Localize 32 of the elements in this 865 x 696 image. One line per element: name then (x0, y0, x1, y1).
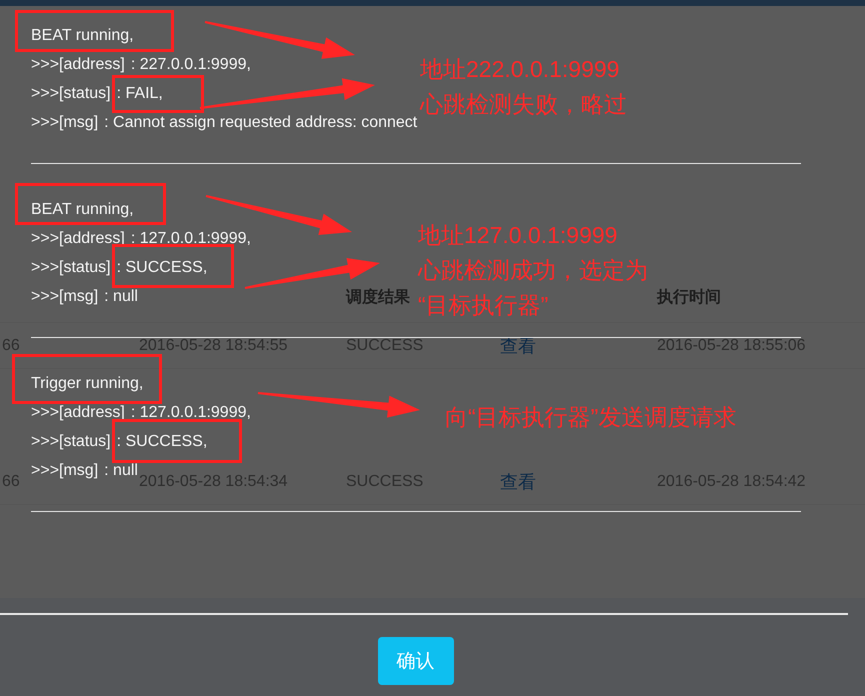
log-key: >>>[address] (31, 50, 125, 79)
view-log-link[interactable]: 查看 (500, 336, 536, 356)
annotation-text: “目标执行器” (418, 291, 548, 320)
log-value: : 127.0.0.1:9999, (130, 229, 251, 249)
log-value: : 227.0.0.1:9999, (130, 55, 251, 75)
log-key: >>>[status] (31, 427, 111, 456)
log-value: : null (104, 287, 138, 307)
log-value: : FAIL, (116, 84, 163, 104)
log-value: : Cannot assign requested address: connect (104, 113, 418, 133)
log-key: >>>[status] (31, 253, 111, 282)
log-key: >>>[msg] (31, 456, 98, 485)
log-key: BEAT running, (31, 21, 134, 50)
column-header: 执行时间 (657, 288, 721, 308)
annotation-text: 心跳检测成功，选定为 (418, 256, 648, 285)
log-value: : SUCCESS, (116, 432, 208, 452)
log-key: >>>[msg] (31, 282, 98, 311)
confirm-button[interactable]: 确认 (378, 637, 454, 685)
log-key: >>>[msg] (31, 108, 98, 137)
log-key: BEAT running, (31, 195, 134, 224)
log-value: : null (104, 461, 138, 481)
log-value: : SUCCESS, (116, 258, 208, 278)
annotation-text: 地址222.0.0.1:9999 (420, 55, 620, 84)
annotation-text: 向“目标执行器”发送调度请求 (445, 403, 736, 432)
log-key: Trigger running, (31, 369, 144, 398)
column-header: 调度结果 (346, 287, 410, 308)
log-key: >>>[status] (31, 79, 111, 108)
log-key: >>>[address] (31, 224, 125, 253)
view-log-link[interactable]: 查看 (500, 472, 536, 492)
annotation-text: 地址127.0.0.1:9999 (418, 221, 618, 250)
log-value: : 127.0.0.1:9999, (130, 403, 251, 423)
annotation-text: 心跳检测失败，略过 (420, 90, 627, 119)
log-key: >>>[address] (31, 398, 125, 427)
